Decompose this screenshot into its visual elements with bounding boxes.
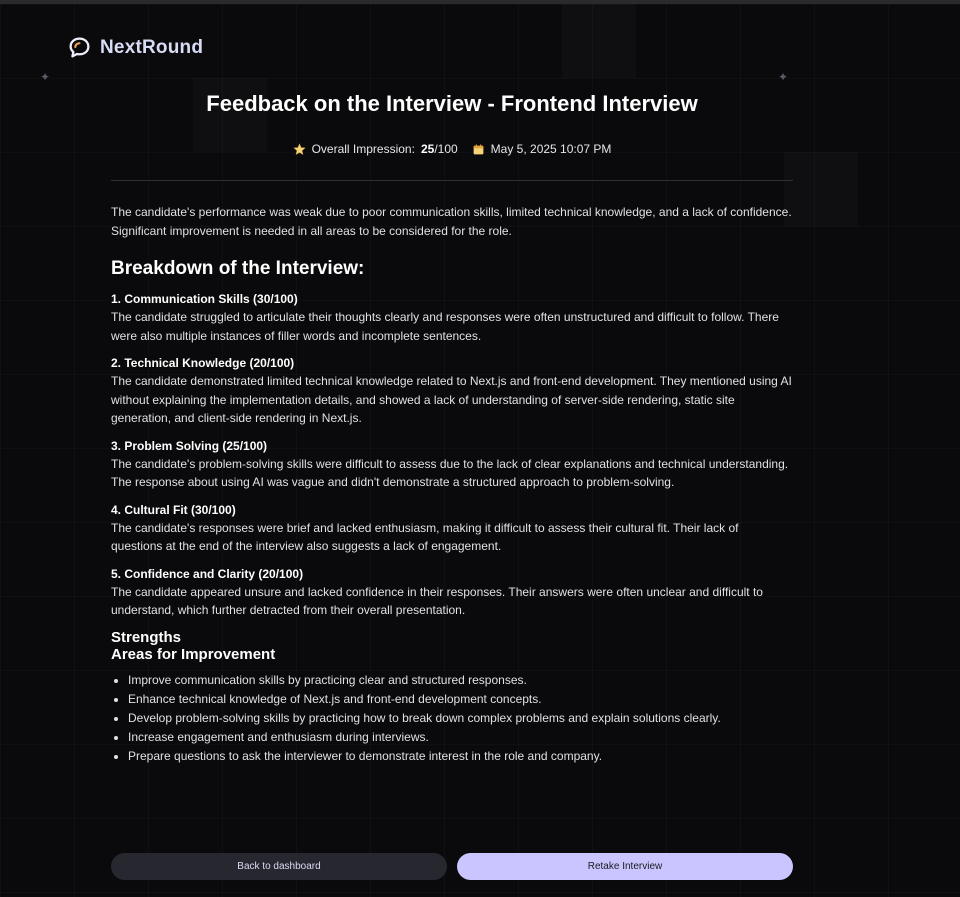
category-item: 4. Cultural Fit (30/100) The candidate's…: [111, 501, 793, 556]
category-title: 4. Cultural Fit (30/100): [111, 502, 236, 517]
background-tile: [562, 4, 636, 78]
sparkle-icon: ✦: [778, 70, 789, 84]
chat-bubble-icon: [69, 37, 90, 58]
category-item: 2. Technical Knowledge (20/100) The cand…: [111, 354, 793, 428]
category-title: 5. Confidence and Clarity (20/100): [111, 566, 304, 581]
star-icon: [293, 142, 306, 155]
category-title: 3. Problem Solving (25/100): [111, 438, 268, 453]
category-comment: The candidate's responses were brief and…: [111, 520, 739, 554]
category-comment: The candidate appeared unsure and lacked…: [111, 584, 763, 618]
category-title: 1. Communication Skills (30/100): [111, 292, 298, 306]
impression-label: Overall Impression:: [311, 142, 415, 156]
list-item: Improve communication skills by practici…: [128, 671, 793, 690]
category-item: 3. Problem Solving (25/100) The candidat…: [111, 437, 793, 492]
category-title: 2. Technical Knowledge (20/100): [111, 356, 295, 370]
calendar-icon: [473, 143, 484, 154]
list-item: Develop problem-solving skills by practi…: [128, 709, 793, 728]
category-comment: The candidate struggled to articulate th…: [111, 310, 779, 343]
divider: [111, 180, 793, 181]
impression-score: 25: [420, 142, 435, 156]
final-assessment: The candidate's performance was weak due…: [111, 205, 792, 238]
page-title: Feedback on the Interview - Frontend Int…: [206, 91, 698, 116]
action-buttons: Back to dashboard Retake Interview: [111, 853, 793, 880]
improvements-heading: Areas for Improvement: [111, 645, 276, 663]
breakdown-heading: Breakdown of the Interview:: [111, 258, 365, 279]
back-to-dashboard-button[interactable]: Back to dashboard: [111, 853, 447, 880]
category-item: 5. Confidence and Clarity (20/100) The c…: [111, 565, 793, 620]
category-comment: The candidate's problem-solving skills w…: [111, 456, 789, 490]
app-name: NextRound: [100, 36, 204, 58]
list-item: Prepare questions to ask the interviewer…: [128, 747, 793, 766]
list-item: Enhance technical knowledge of Next.js a…: [128, 690, 793, 709]
window-top-bar: [0, 0, 960, 4]
strengths-heading: Strengths: [111, 628, 182, 646]
date-text: May 5, 2025 10:07 PM: [490, 142, 612, 156]
category-comment: The candidate demonstrated limited techn…: [111, 374, 792, 425]
background-tile: [784, 152, 858, 226]
retake-interview-button[interactable]: Retake Interview: [457, 853, 793, 880]
feedback-date: May 5, 2025 10:07 PM: [472, 142, 612, 156]
sparkle-icon: ✦: [40, 70, 51, 84]
list-item: Increase engagement and enthusiasm durin…: [128, 728, 793, 747]
overall-impression: Overall Impression: 25/100: [293, 142, 458, 156]
impression-score-max: /100: [434, 142, 458, 156]
feedback-meta: Overall Impression: 25/100 May 5, 2025 1…: [111, 142, 793, 156]
app-logo[interactable]: NextRound: [67, 35, 203, 60]
feedback-content: The candidate's performance was weak due…: [111, 203, 793, 766]
category-item: 1. Communication Skills (30/100) The can…: [111, 290, 793, 345]
improvements-list: Improve communication skills by practici…: [111, 671, 793, 766]
